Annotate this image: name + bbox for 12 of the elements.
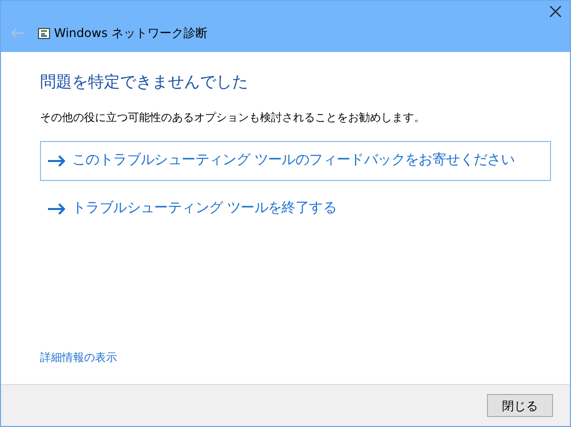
window-title: Windows ネットワーク診断 xyxy=(54,25,208,42)
back-arrow-icon xyxy=(10,28,24,38)
option-link[interactable]: トラブルシューティング ツールを終了する xyxy=(40,188,551,228)
close-dialog-button[interactable]: 閉じる xyxy=(487,394,553,417)
details-link[interactable]: 詳細情報の表示 xyxy=(40,350,117,366)
arrow-icon xyxy=(48,202,66,214)
heading: 問題を特定できませんでした xyxy=(40,71,249,93)
close-icon xyxy=(550,6,560,16)
network-diagnostics-icon xyxy=(38,28,50,38)
option-link[interactable]: このトラブルシューティング ツールのフィードバックをお寄せください xyxy=(40,140,551,180)
description: その他の役に立つ可能性のあるオプションも検討されることをお勧めします。 xyxy=(40,110,426,126)
arrow-icon xyxy=(48,154,66,166)
